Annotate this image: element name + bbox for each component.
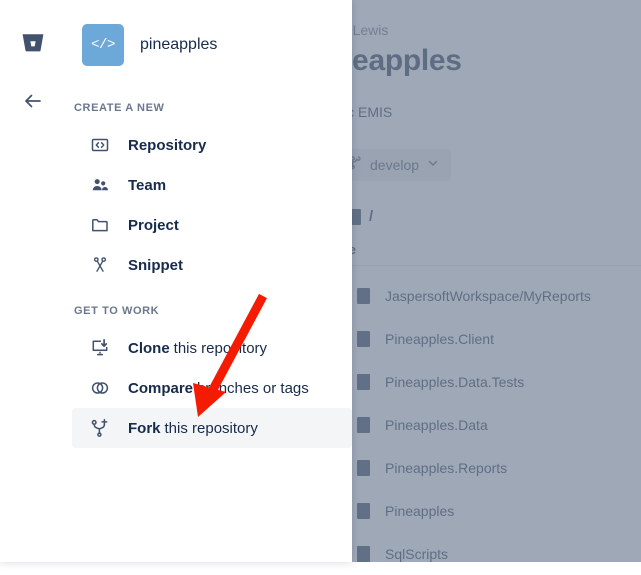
menu-item-repository[interactable]: Repository	[72, 125, 352, 165]
people-icon	[86, 175, 114, 195]
folder-icon	[86, 215, 114, 235]
menu-item-compare[interactable]: Compare branches or tags	[72, 368, 352, 408]
menu-item-clone[interactable]: Clone this repository	[72, 328, 352, 368]
fork-plus-icon	[86, 418, 114, 438]
table-row[interactable]: JaspersoftWorkspace/MyReports	[352, 274, 641, 317]
bitbucket-logo-icon[interactable]	[20, 30, 46, 56]
drawer-repo-name: pineapples	[140, 36, 218, 53]
code-brackets-icon: </>	[82, 24, 124, 66]
branch-label: develop	[370, 157, 420, 173]
menu-item-label: Team	[128, 176, 167, 194]
menu-item-sublabel: branches or tags	[197, 379, 309, 397]
table-row[interactable]: Pineapples.Data	[352, 403, 641, 446]
create-menu-drawer: </> pineapples CREATE A NEW Repository T…	[0, 0, 352, 562]
menu-item-label: Fork	[128, 419, 161, 437]
back-button[interactable]	[20, 88, 46, 114]
menu-item-label: Project	[128, 216, 179, 234]
menu-item-fork[interactable]: Fork this repository	[72, 408, 352, 448]
menu-item-sublabel: this repository	[173, 339, 268, 357]
code-brackets-icon	[86, 135, 114, 155]
file-name[interactable]: Pineapples.Data	[385, 417, 488, 433]
table-row[interactable]: Pineapples.Client	[352, 317, 641, 360]
snippet-scissors-icon	[86, 255, 114, 275]
folder-icon	[357, 373, 370, 390]
branch-selector[interactable]: develop	[336, 149, 452, 181]
file-name[interactable]: SqlScripts	[385, 546, 448, 562]
path-separator: /	[369, 208, 374, 225]
compare-circles-icon	[86, 378, 114, 398]
menu-item-project[interactable]: Project	[72, 205, 352, 245]
menu-item-label: Snippet	[128, 256, 183, 274]
clone-monitor-download-icon	[86, 338, 114, 358]
menu-item-label: Clone	[128, 339, 170, 357]
table-row[interactable]: Pineapples.Data.Tests	[352, 360, 641, 403]
folder-icon	[357, 416, 370, 433]
table-row[interactable]: SqlScripts	[352, 532, 641, 575]
file-name[interactable]: Pineapples	[385, 503, 454, 519]
section-header-create-a-new: CREATE A NEW	[74, 102, 165, 114]
table-header-divider	[352, 265, 641, 266]
file-name[interactable]: Pineapples.Reports	[385, 460, 507, 476]
menu-item-snippet[interactable]: Snippet	[72, 245, 352, 285]
folder-icon	[357, 459, 370, 476]
table-row[interactable]: Pineapples	[352, 489, 641, 532]
file-name[interactable]: Pineapples.Client	[385, 331, 494, 347]
folder-icon	[357, 545, 370, 562]
menu-item-sublabel: this repository	[164, 419, 258, 437]
folder-icon	[357, 330, 370, 347]
folder-icon	[357, 287, 370, 304]
chevron-down-icon	[427, 156, 439, 174]
file-name[interactable]: JaspersoftWorkspace/MyReports	[385, 288, 591, 304]
drawer-repo-header[interactable]: </> pineapples	[82, 24, 217, 66]
avatar-glyph: </>	[91, 37, 115, 53]
section-header-get-to-work: GET TO WORK	[74, 305, 160, 317]
menu-item-team[interactable]: Team	[72, 165, 352, 205]
file-name[interactable]: Pineapples.Data.Tests	[385, 374, 524, 390]
menu-item-label: Repository	[128, 136, 207, 154]
folder-icon	[357, 502, 370, 519]
menu-item-label: Compare	[128, 379, 194, 397]
table-row[interactable]: Pineapples.Reports	[352, 446, 641, 489]
